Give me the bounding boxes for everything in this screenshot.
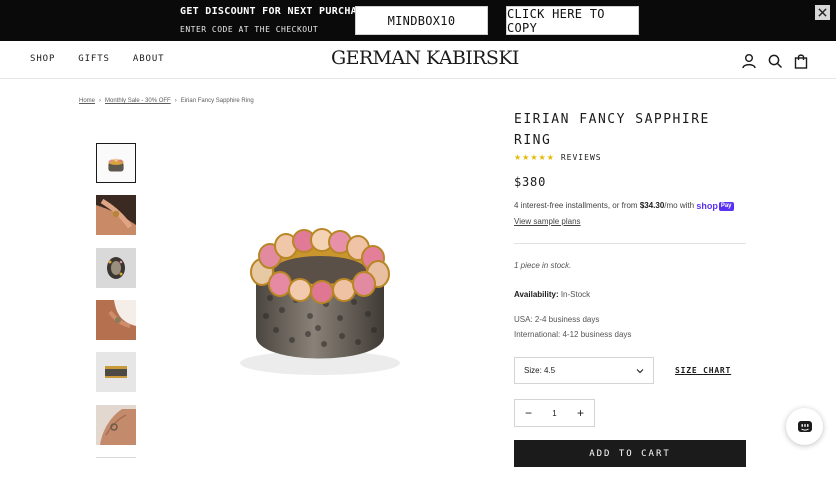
promo-text: GET DISCOUNT FOR NEXT PURCHASE ENTER COD…: [180, 5, 370, 36]
shop-pay-badge: Pay: [718, 201, 734, 211]
shop-pay-logo: shop Pay: [696, 201, 734, 211]
breadcrumb: Home › Monthly Sale - 30% OFF › Eirian F…: [79, 98, 254, 104]
shipping-usa: USA: 2-4 business days: [514, 315, 600, 324]
view-sample-plans-link[interactable]: View sample plans: [514, 217, 581, 226]
thumbnail-ring-side[interactable]: [96, 352, 136, 392]
size-chart-link[interactable]: SIZE CHART: [675, 366, 731, 375]
nav-item-gifts[interactable]: GIFTS: [78, 54, 110, 64]
shipping-international: International: 4-12 business days: [514, 330, 632, 339]
close-icon: [818, 8, 827, 17]
product-title: EIRIAN FANCY SAPPHIRE RING: [514, 112, 710, 148]
chevron-down-icon: [636, 369, 644, 374]
quantity-decrease-button[interactable]: −: [515, 400, 542, 426]
installments-prefix: 4 interest-free installments, or from: [514, 201, 640, 211]
thumbnail-hand-ring-2[interactable]: [96, 300, 136, 340]
add-to-cart-button[interactable]: ADD TO CART: [514, 440, 746, 467]
chat-icon: [797, 420, 812, 432]
availability-value: In-Stock: [558, 290, 591, 299]
quantity-increase-button[interactable]: +: [567, 400, 594, 426]
product-rating: ★★★★★ REVIEWS: [514, 153, 602, 162]
stock-note: 1 piece in stock.: [514, 261, 572, 270]
bag-icon[interactable]: [793, 53, 809, 69]
search-icon[interactable]: [767, 53, 783, 69]
rating-stars: ★★★★★: [514, 153, 555, 162]
product-price: $380: [514, 175, 547, 189]
close-promo-button[interactable]: [815, 5, 830, 20]
site-logo[interactable]: GERMAN KABIRSKI: [331, 47, 519, 69]
size-select[interactable]: Size: 4.5: [514, 357, 654, 384]
installments-amount: $34.30: [639, 201, 665, 211]
thumbnail-more: [96, 457, 136, 458]
availability: Availability: In-Stock: [514, 290, 590, 299]
copy-code-button[interactable]: CLICK HERE TO COPY: [506, 6, 639, 35]
shop-pay-label: shop: [696, 201, 718, 211]
nav-item-shop[interactable]: SHOP: [30, 54, 55, 64]
account-icon[interactable]: [741, 53, 757, 69]
promo-title: GET DISCOUNT FOR NEXT PURCHASE: [180, 6, 370, 17]
divider: [514, 243, 746, 244]
quantity-input[interactable]: 1: [542, 409, 567, 418]
promo-subtitle: ENTER CODE AT THE CHECKOUT: [180, 25, 319, 34]
breadcrumb-separator: ›: [99, 98, 102, 104]
breadcrumb-category[interactable]: Monthly Sale - 30% OFF: [105, 98, 171, 104]
breadcrumb-separator: ›: [174, 98, 177, 104]
reviews-link[interactable]: REVIEWS: [561, 153, 602, 162]
thumbnail-ring-top[interactable]: [96, 248, 136, 288]
breadcrumb-home[interactable]: Home: [79, 98, 95, 104]
thumbnail-hand-ring[interactable]: [96, 195, 136, 235]
nav-item-about[interactable]: ABOUT: [133, 54, 165, 64]
thumbnail-ring-front[interactable]: [96, 143, 136, 183]
size-select-value: Size: 4.5: [524, 366, 556, 375]
main-nav: SHOP GIFTS ABOUT: [30, 54, 187, 64]
chat-widget-button[interactable]: [786, 408, 823, 445]
promo-bar: GET DISCOUNT FOR NEXT PURCHASE ENTER COD…: [0, 0, 836, 41]
availability-label: Availability:: [514, 290, 559, 299]
installments-suffix: /mo with: [664, 201, 697, 211]
discount-code-box[interactable]: MINDBOX10: [355, 6, 488, 35]
installments-info: 4 interest-free installments, or from $3…: [514, 201, 734, 211]
quantity-stepper: − 1 +: [514, 399, 595, 427]
thumbnail-hand-ring-3[interactable]: [96, 405, 136, 445]
product-main-image[interactable]: [178, 158, 462, 448]
breadcrumb-current: Eirian Fancy Sapphire Ring: [180, 98, 254, 104]
site-header: SHOP GIFTS ABOUT GERMAN KABIRSKI: [0, 41, 836, 79]
